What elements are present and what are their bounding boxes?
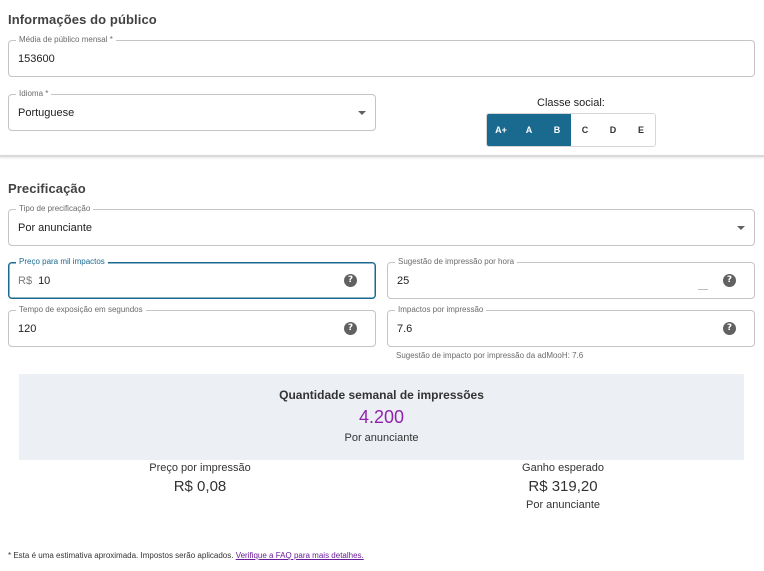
social-class-d[interactable]: D <box>599 114 627 146</box>
summary-subtitle: Por anunciante <box>344 432 419 444</box>
footnote: * Esta é uma estimativa aproximada. Impo… <box>8 551 364 560</box>
expected-gain-value: R$ 319,20 <box>528 478 598 495</box>
social-class-label: Classe social: <box>537 97 605 109</box>
input-underline-mark <box>698 289 708 290</box>
monthly-audience-value: 153600 <box>18 53 55 65</box>
currency-prefix: R$ <box>18 275 33 287</box>
pricing-type-label: Tipo de precificação <box>16 204 94 214</box>
social-class-a-plus[interactable]: A+ <box>487 114 515 146</box>
help-circle-icon[interactable]: ? <box>723 274 736 287</box>
cpm-label: Preço para mil impactos <box>16 257 108 267</box>
footnote-text: * Esta é uma estimativa aproximada. Impo… <box>8 551 234 560</box>
language-label: Idioma * <box>16 89 52 99</box>
hourly-impressions-value: 25 <box>397 275 410 287</box>
exposure-time-label: Tempo de exposição em segundos <box>16 305 146 315</box>
language-select[interactable]: Idioma * Portuguese <box>8 89 376 131</box>
price-per-impression-value: R$ 0,08 <box>173 478 227 495</box>
expected-gain-stat: Ganho esperado R$ 319,20 Por anunciante <box>483 462 643 511</box>
social-class-a[interactable]: A <box>515 114 543 146</box>
impacts-per-impression-input[interactable]: Impactos por impressão 7.6 ? <box>387 305 755 347</box>
summary-value: 4.200 <box>358 407 405 427</box>
social-class-b[interactable]: B <box>543 114 571 146</box>
cpm-input[interactable]: Preço para mil impactos R$ 10 ? <box>8 257 376 299</box>
expected-gain-subtitle: Por anunciante <box>526 499 600 511</box>
hourly-impressions-input[interactable]: Sugestão de impressão por hora 25 ? <box>387 257 755 299</box>
monthly-audience-label: Média de público mensal * <box>16 35 116 45</box>
chevron-down-icon[interactable] <box>737 226 745 230</box>
language-value: Portuguese <box>18 107 75 119</box>
help-circle-icon[interactable]: ? <box>723 322 736 335</box>
audience-section-title: Informações do público <box>8 12 157 27</box>
faq-link[interactable]: Verifique a FAQ para mais detalhes. <box>236 551 364 560</box>
social-class-c[interactable]: C <box>571 114 599 146</box>
price-per-impression-stat: Preço por impressão R$ 0,08 <box>120 462 280 495</box>
exposure-time-value: 120 <box>18 323 37 335</box>
exposure-time-input[interactable]: Tempo de exposição em segundos 120 ? <box>8 305 376 347</box>
impacts-per-impression-value: 7.6 <box>397 323 413 335</box>
summary-title: Quantidade semanal de impressões <box>279 388 484 402</box>
impacts-per-impression-label: Impactos por impressão <box>395 305 487 315</box>
cpm-value-wrap: R$ 10 <box>18 275 50 287</box>
monthly-audience-field[interactable]: Média de público mensal * 153600 <box>8 35 755 77</box>
pricing-type-value: Por anunciante <box>18 222 92 234</box>
chevron-down-icon[interactable] <box>358 111 366 115</box>
social-class-e[interactable]: E <box>627 114 655 146</box>
cpm-value: 10 <box>38 275 51 287</box>
expected-gain-label: Ganho esperado <box>522 462 604 474</box>
price-per-impression-label: Preço por impressão <box>149 462 251 474</box>
impacts-hint: Sugestão de impacto por impressão da adM… <box>396 351 584 360</box>
weekly-impressions-summary: Quantidade semanal de impressões 4.200 P… <box>19 374 744 460</box>
hourly-impressions-label: Sugestão de impressão por hora <box>395 257 518 267</box>
pricing-section-title: Precificação <box>8 181 86 196</box>
section-divider <box>0 155 764 157</box>
help-circle-icon[interactable]: ? <box>344 274 357 287</box>
social-class-toggle-group: A+ A B C D E <box>486 113 656 147</box>
help-circle-icon[interactable]: ? <box>344 322 357 335</box>
pricing-type-select[interactable]: Tipo de precificação Por anunciante <box>8 204 755 246</box>
